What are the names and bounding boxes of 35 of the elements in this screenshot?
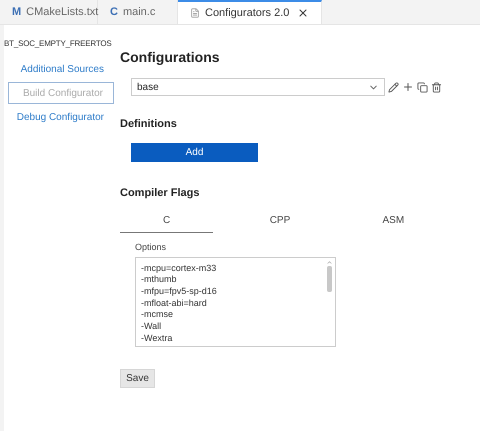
file-icon [190,8,200,18]
option-line: -mfpu=fpv5-sp-d16 [141,286,218,298]
nav-item[interactable]: Additional Sources [8,58,114,80]
option-line: -Wextra [141,332,174,344]
compiler-tab[interactable]: C [120,213,214,233]
editor-tab[interactable]: M CMakeLists.txt [0,0,98,24]
option-line: -Wall [141,321,162,333]
tab-label: Configurators 2.0 [205,6,290,21]
compiler-tab[interactable]: ASM [346,213,440,233]
copy-icon[interactable] [417,82,428,92]
tab-label: CMakeLists.txt [26,4,98,20]
edit-icon[interactable] [388,82,399,92]
project-name: BT_SOC_EMPTY_FREERTOS [4,38,112,50]
add-button[interactable]: Add [131,142,258,162]
section-title: Configurations [120,48,221,67]
option-line: -mcpu=cortex-m33 [141,262,218,274]
add-icon[interactable] [402,81,414,93]
tab-label: main.c [122,4,156,20]
nav-item[interactable]: Debug Configurator [8,106,114,128]
option-line: -mcmse [141,309,174,322]
section-title: Definitions [120,117,178,132]
options-textarea[interactable]: -mcpu=cortex-m33 -mthumb -mfpu=fpv5-sp-d16 -mfloat-abi=hard -mcmse -Wall -Wextra [135,256,336,348]
scrollbar-thumb[interactable] [326,266,332,292]
delete-icon[interactable] [431,82,442,92]
options-label: Options [135,241,168,254]
configuration-select[interactable]: base [131,78,385,96]
file-type-icon: C [110,4,118,20]
section-title: Compiler Flags [120,186,200,200]
file-type-icon: M [12,4,22,20]
save-button[interactable]: Save [120,369,155,388]
close-icon[interactable] [297,7,310,19]
editor-tab[interactable]: Configurators 2.0 [178,0,322,24]
option-line: -mthumb [141,274,178,286]
compiler-tab[interactable]: CPP [233,213,327,233]
option-line: -mfloat-abi=hard [141,298,208,310]
